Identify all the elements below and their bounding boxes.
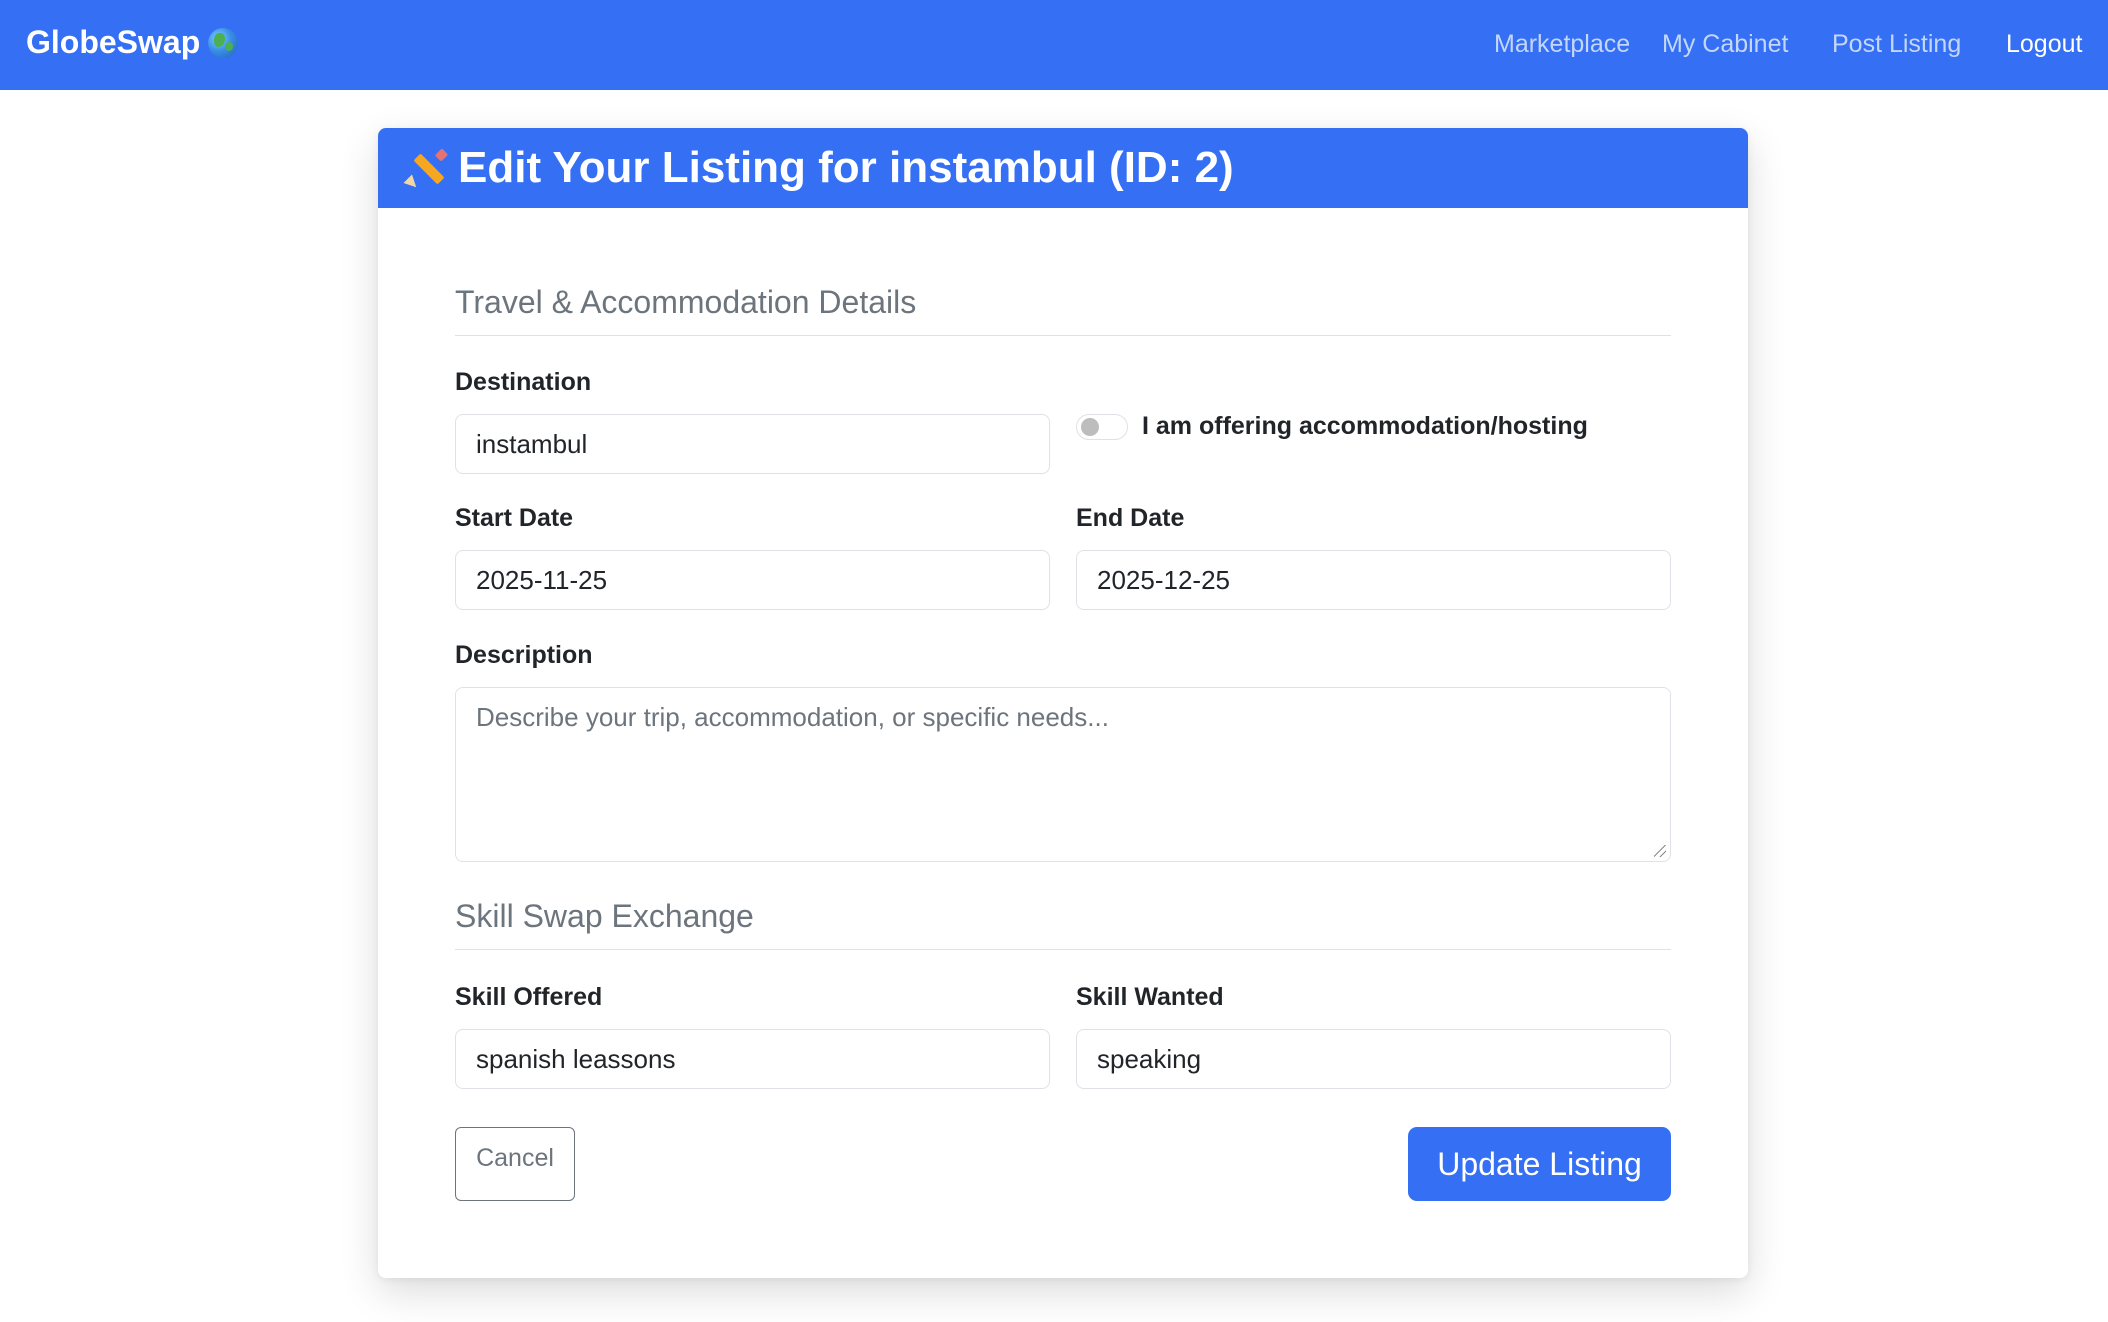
description-placeholder: Describe your trip, accommodation, or sp…	[476, 702, 1109, 732]
cancel-button[interactable]: Cancel	[455, 1127, 575, 1201]
skill-offered-label: Skill Offered	[455, 983, 603, 1011]
end-date-label: End Date	[1076, 504, 1185, 532]
brand-link[interactable]: GlobeSwap	[26, 24, 239, 61]
description-label: Description	[455, 641, 593, 669]
top-navbar: GlobeSwap Marketplace My Cabinet Post Li…	[0, 0, 2108, 90]
destination-input[interactable]: instambul	[455, 414, 1050, 474]
globe-icon	[208, 27, 239, 58]
card-header: Edit Your Listing for instambul (ID: 2)	[378, 128, 1748, 208]
update-listing-button[interactable]: Update Listing	[1408, 1127, 1671, 1201]
pencil-icon	[403, 146, 449, 192]
resize-handle-icon[interactable]	[1654, 845, 1666, 857]
nav-link-my-cabinet[interactable]: My Cabinet	[1662, 30, 1788, 59]
hosting-toggle-label[interactable]: I am offering accommodation/hosting	[1142, 412, 1588, 441]
page-title: Edit Your Listing for instambul (ID: 2)	[458, 143, 1234, 192]
hosting-toggle[interactable]	[1076, 413, 1128, 440]
nav-link-post-listing[interactable]: Post Listing	[1832, 30, 1961, 59]
skill-wanted-label: Skill Wanted	[1076, 983, 1224, 1011]
destination-label: Destination	[455, 368, 592, 396]
skills-section-title: Skill Swap Exchange	[455, 898, 1671, 950]
start-date-label: Start Date	[455, 504, 574, 532]
skill-wanted-input[interactable]: speaking	[1076, 1029, 1671, 1089]
edit-listing-card: Edit Your Listing for instambul (ID: 2) …	[378, 128, 1748, 1278]
start-date-input[interactable]: 2025-11-25	[455, 550, 1050, 610]
travel-section-title: Travel & Accommodation Details	[455, 284, 1671, 336]
description-textarea[interactable]: Describe your trip, accommodation, or sp…	[455, 687, 1671, 862]
nav-link-marketplace[interactable]: Marketplace	[1494, 30, 1630, 59]
skill-offered-input[interactable]: spanish leassons	[455, 1029, 1050, 1089]
nav-link-logout[interactable]: Logout	[2006, 30, 2082, 59]
brand-name: GlobeSwap	[26, 24, 201, 60]
end-date-input[interactable]: 2025-12-25	[1076, 550, 1671, 610]
hosting-toggle-row[interactable]: I am offering accommodation/hosting	[1076, 412, 1588, 441]
